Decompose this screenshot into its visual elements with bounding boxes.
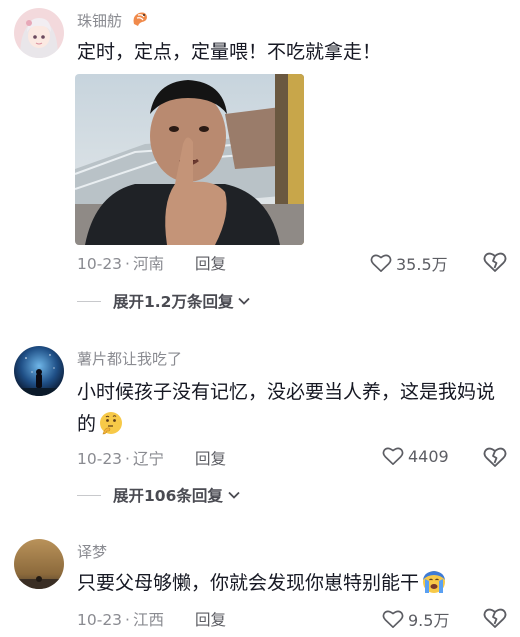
reply-button[interactable]: 回复 — [195, 608, 226, 630]
dislike-button[interactable] — [483, 607, 507, 633]
comment-location: 江西 — [132, 611, 164, 629]
comment-date: 10-23 — [77, 611, 123, 629]
avatar-sepia-image — [14, 539, 64, 589]
like-button[interactable]: 9.5万 — [382, 607, 449, 631]
like-count: 9.5万 — [408, 611, 450, 630]
crying-face-emoji — [423, 571, 446, 593]
comment-text: 只要父母够懒，你就会发现你崽特别能干 — [77, 567, 505, 599]
heart-outline-icon — [382, 610, 404, 628]
comment-meta: 10-23 · 江西 — [77, 608, 164, 630]
broken-heart-icon — [483, 608, 507, 628]
separator-dot: · — [125, 611, 130, 629]
username[interactable]: 译梦 — [77, 541, 107, 562]
comment-3: 译梦 只要父母够懒，你就会发现你崽特别能干 10-23 · 江西 回复 9.5万 — [0, 0, 520, 637]
avatar[interactable] — [14, 539, 64, 589]
